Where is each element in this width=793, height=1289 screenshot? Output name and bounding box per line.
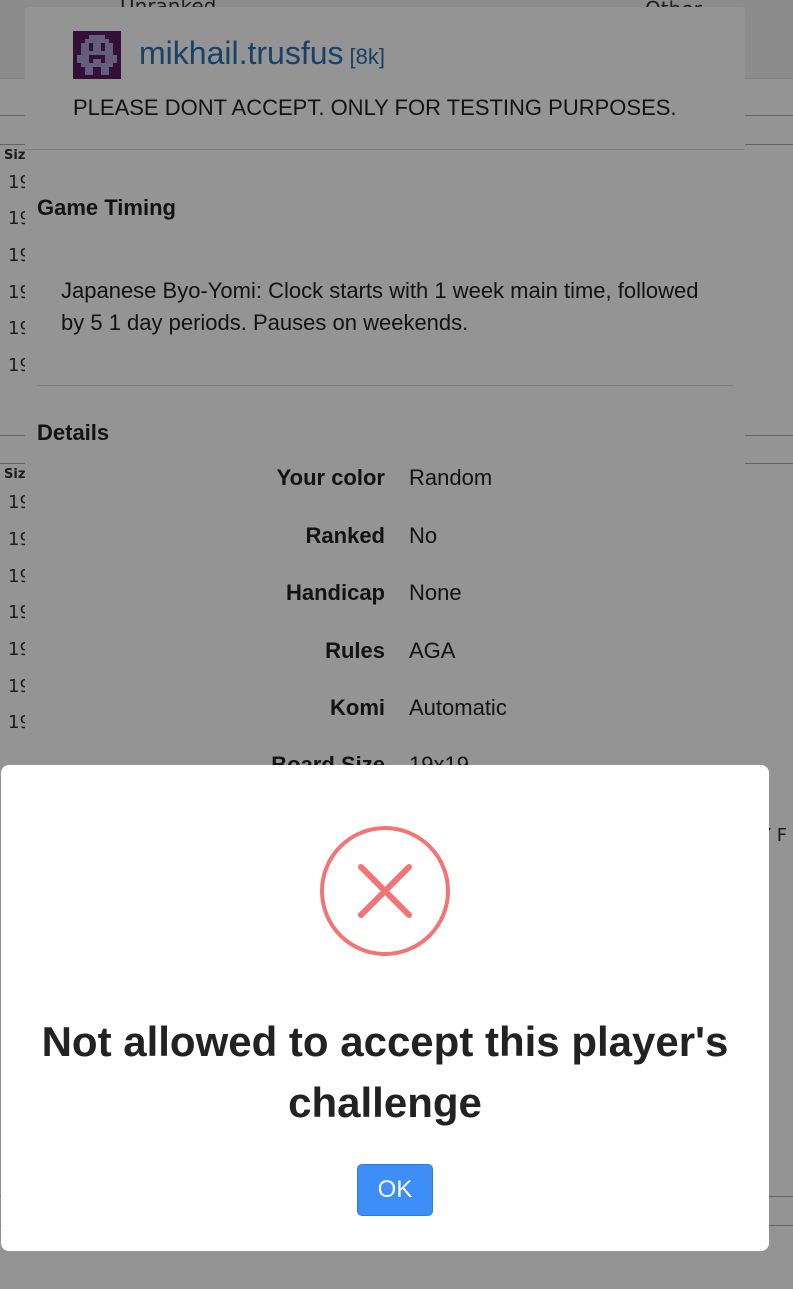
- error-x-icon: [319, 825, 451, 957]
- alert-title: Not allowed to accept this player's chal…: [41, 1018, 729, 1126]
- error-alert-dialog: Not allowed to accept this player's chal…: [1, 765, 769, 1251]
- ok-button[interactable]: OK: [357, 1164, 433, 1216]
